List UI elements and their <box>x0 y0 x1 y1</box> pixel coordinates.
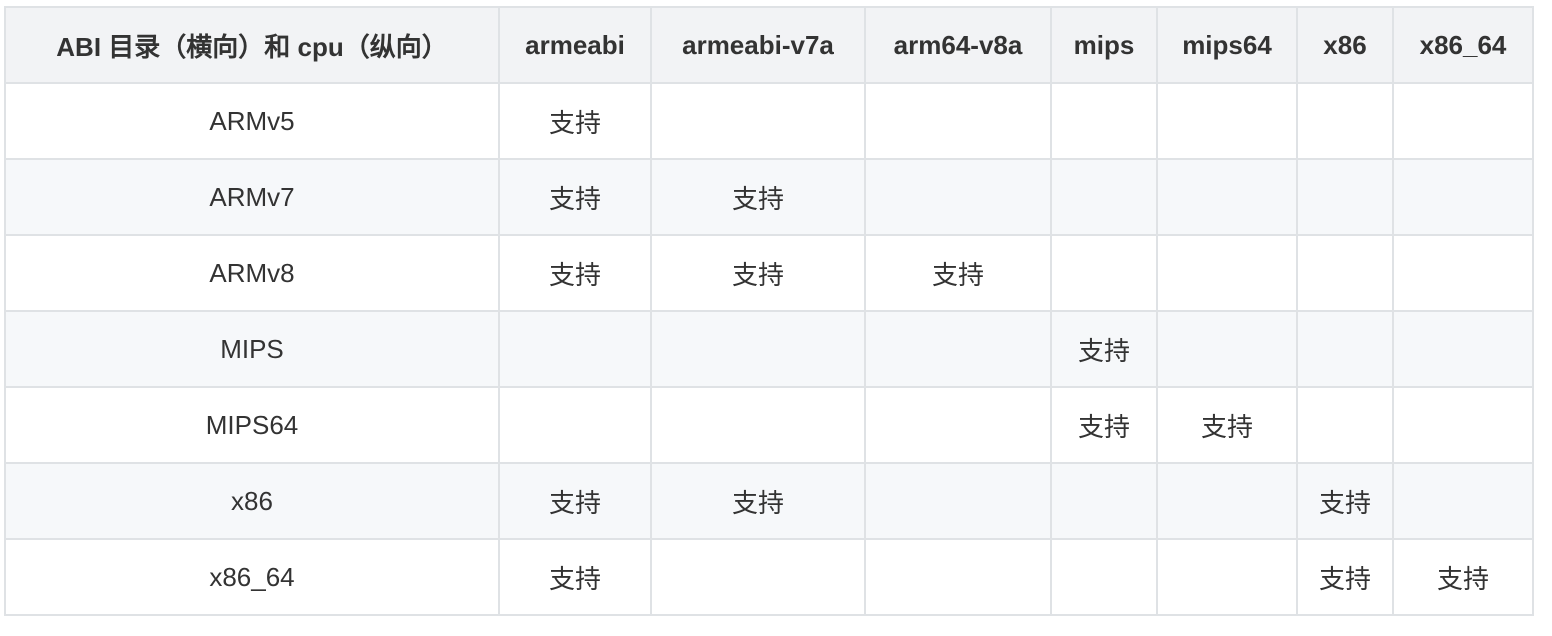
table-cell <box>1296 158 1394 236</box>
table-cell <box>1050 538 1158 616</box>
table-cell: 支持 <box>650 234 866 312</box>
header-mips64: mips64 <box>1156 6 1298 84</box>
table-cell <box>1050 462 1158 540</box>
table-cell <box>1392 82 1534 160</box>
table-cell: MIPS64 <box>4 386 500 464</box>
header-row: ABI 目录（横向）和 cpu（纵向） armeabi armeabi-v7a … <box>4 6 1534 84</box>
header-abi-cpu: ABI 目录（横向）和 cpu（纵向） <box>4 6 500 84</box>
table-cell: ARMv7 <box>4 158 500 236</box>
table-cell <box>1156 158 1298 236</box>
table-cell <box>1392 386 1534 464</box>
table-cell: 支持 <box>498 234 652 312</box>
header-arm64-v8a: arm64-v8a <box>864 6 1052 84</box>
table-cell <box>1050 82 1158 160</box>
table-cell: 支持 <box>650 462 866 540</box>
table-cell: 支持 <box>1296 462 1394 540</box>
table-cell <box>1392 234 1534 312</box>
table-cell <box>864 82 1052 160</box>
table-cell: 支持 <box>1296 538 1394 616</box>
table-cell: x86 <box>4 462 500 540</box>
table-cell <box>1156 310 1298 388</box>
table-cell <box>650 310 866 388</box>
table-cell <box>864 538 1052 616</box>
table-cell: 支持 <box>1050 310 1158 388</box>
header-x86: x86 <box>1296 6 1394 84</box>
table-cell: MIPS <box>4 310 500 388</box>
table-cell <box>1296 234 1394 312</box>
header-armeabi: armeabi <box>498 6 652 84</box>
table-cell <box>1392 310 1534 388</box>
table-cell <box>1296 310 1394 388</box>
table-cell: 支持 <box>498 462 652 540</box>
table-row: ARMv5 支持 <box>4 82 1534 160</box>
table-cell: 支持 <box>1156 386 1298 464</box>
table-cell <box>1296 386 1394 464</box>
abi-cpu-support-table: ABI 目录（横向）和 cpu（纵向） armeabi armeabi-v7a … <box>4 6 1534 616</box>
table-cell <box>498 386 652 464</box>
table-cell <box>1392 462 1534 540</box>
table-row: x86 支持 支持 支持 <box>4 462 1534 540</box>
table-cell: ARMv5 <box>4 82 500 160</box>
table-cell: 支持 <box>498 82 652 160</box>
table-cell: ARMv8 <box>4 234 500 312</box>
table-cell: x86_64 <box>4 538 500 616</box>
header-armeabi-v7a: armeabi-v7a <box>650 6 866 84</box>
table-cell: 支持 <box>650 158 866 236</box>
table-cell <box>1296 82 1394 160</box>
table-cell <box>1050 158 1158 236</box>
table-body: ARMv5 支持 ARMv7 支持 支持 ARMv8 支持 支持 支持 MIPS… <box>4 82 1534 616</box>
table-cell <box>1156 538 1298 616</box>
header-mips: mips <box>1050 6 1158 84</box>
table-cell: 支持 <box>1392 538 1534 616</box>
table-row: MIPS 支持 <box>4 310 1534 388</box>
table-row: ARMv7 支持 支持 <box>4 158 1534 236</box>
table-cell <box>864 158 1052 236</box>
table-cell <box>650 82 866 160</box>
table-cell: 支持 <box>1050 386 1158 464</box>
table-cell: 支持 <box>498 538 652 616</box>
table-row: ARMv8 支持 支持 支持 <box>4 234 1534 312</box>
table-cell <box>1156 82 1298 160</box>
table-row: x86_64 支持 支持 支持 <box>4 538 1534 616</box>
table-cell <box>1392 158 1534 236</box>
table-cell <box>864 462 1052 540</box>
table-cell <box>1156 234 1298 312</box>
table-cell: 支持 <box>498 158 652 236</box>
table-cell <box>864 386 1052 464</box>
table-cell <box>1156 462 1298 540</box>
header-x86-64: x86_64 <box>1392 6 1534 84</box>
table-cell: 支持 <box>864 234 1052 312</box>
table-header: ABI 目录（横向）和 cpu（纵向） armeabi armeabi-v7a … <box>4 6 1534 84</box>
table-cell <box>650 538 866 616</box>
table-cell <box>864 310 1052 388</box>
table-cell <box>498 310 652 388</box>
table-cell <box>650 386 866 464</box>
abi-cpu-table-container: ABI 目录（横向）和 cpu（纵向） armeabi armeabi-v7a … <box>4 6 1534 616</box>
table-cell <box>1050 234 1158 312</box>
table-row: MIPS64 支持 支持 <box>4 386 1534 464</box>
